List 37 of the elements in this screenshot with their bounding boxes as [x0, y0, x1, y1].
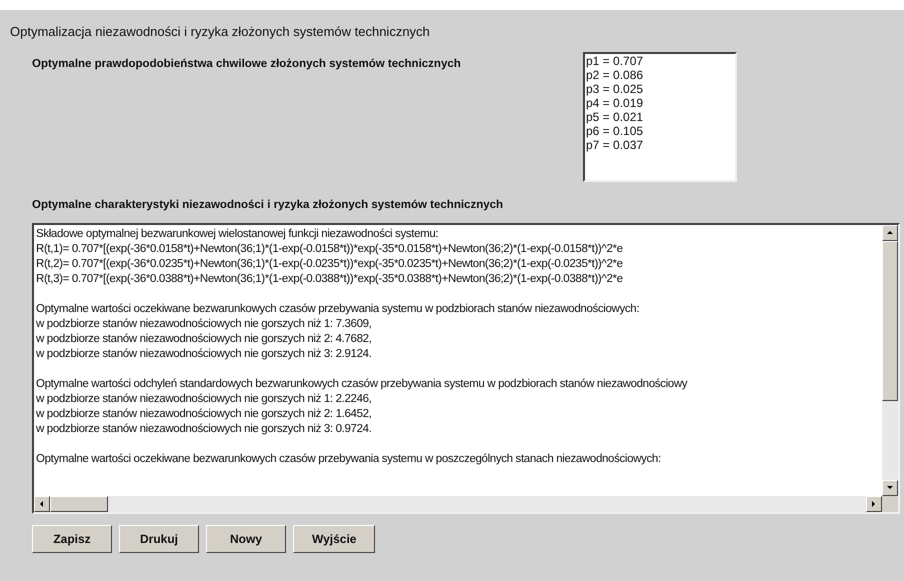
list-item[interactable]: p6 = 0.105: [586, 124, 734, 138]
scroll-up-button[interactable]: [882, 225, 898, 242]
text-line: w podzbiorze stanów niezawodnościowych nie gorszych niż 2: 1.6452,: [36, 407, 372, 422]
text-line: Optymalne wartości oczekiwane bezwarunkowych czasów przebywania systemu w podzbiorach stanów niezawodnościowych:: [36, 302, 640, 318]
text-line: w podzbiorze stanów niezawodnościowych nie gorszych niż 1: 2.2246,: [36, 392, 372, 408]
list-item[interactable]: p5 = 0.021: [586, 110, 734, 124]
text-line: Optymalne wartości oczekiwane bezwarunkowych czasów przebywania systemu w poszczególnych stanach niezawodnościowych:: [36, 452, 661, 468]
scrollbar-corner: [882, 496, 898, 512]
action-button[interactable]: Nowy: [206, 525, 286, 554]
text-line: R(t,3)= 0.707*[(exp(-36*0.0388*t)+Newton(36;1)*(1-exp(-0.0388*t))*exp(-35*0.0388*t)+Newton(36;2)*(1-exp(-0.0388*t))^2*e: [36, 272, 623, 288]
probabilities-list[interactable]: p1 = 0.707 p2 = 0.086 p3 = 0.025 p4 = 0.019 p5 = 0.021 p6 = 0.105 p7 = 0.037: [583, 52, 737, 182]
action-button[interactable]: Zapisz: [32, 525, 112, 554]
list-item[interactable]: p4 = 0.019: [586, 96, 734, 110]
action-button[interactable]: Drukuj: [119, 525, 199, 554]
list-item[interactable]: p1 = 0.707: [586, 54, 734, 68]
text-line: w podzbiorze stanów niezawodnościowych nie gorszych niż 2: 4.7682,: [36, 332, 372, 348]
text-line: Optymalne wartości odchyleń standardowych bezwarunkowych czasów przebywania systemu w podzbiorach stanów niezawodnościowy: [36, 377, 688, 392]
list-item[interactable]: p3 = 0.025: [586, 82, 734, 96]
scroll-right-button[interactable]: [866, 496, 882, 512]
vertical-scrollbar[interactable]: [882, 225, 898, 496]
text-line: w podzbiorze stanów niezawodnościowych nie gorszych niż 3: 0.9724.: [36, 422, 372, 438]
text-line: w podzbiorze stanów niezawodnościowych nie gorszych niż 3: 2.9124.: [36, 347, 372, 362]
scroll-left-button[interactable]: [34, 496, 50, 512]
list-item[interactable]: p7 = 0.037: [586, 138, 734, 152]
text-line: Składowe optymalnej bezwarunkowej wielostanowej funkcji niezawodności systemu:: [36, 227, 438, 242]
scroll-thumb[interactable]: [882, 241, 898, 402]
list-item[interactable]: p2 = 0.086: [586, 68, 734, 82]
section-label: Optymalne prawdopodobieństwa chwilowe złożonych systemów technicznych: [32, 57, 462, 72]
text-line: R(t,1)= 0.707*[(exp(-36*0.0158*t)+Newton(36;1)*(1-exp(-0.0158*t))*exp(-35*0.0158*t)+Newton(36;2)*(1-exp(-0.0158*t))^2*e: [36, 242, 623, 258]
action-button[interactable]: Wyjście: [293, 525, 376, 554]
window-title: Optymalizacja niezawodności i ryzyka złożonych systemów technicznych: [10, 24, 431, 40]
text-line: R(t,2)= 0.707*[(exp(-36*0.0235*t)+Newton(36;1)*(1-exp(-0.0235*t))*exp(-35*0.0235*t)+Newton(36;2)*(1-exp(-0.0235*t))^2*e: [36, 257, 623, 272]
horizontal-scrollbar[interactable]: [34, 496, 882, 512]
scroll-thumb[interactable]: [50, 496, 108, 512]
text-line: w podzbiorze stanów niezawodnościowych nie gorszych niż 1: 7.3609,: [36, 317, 372, 332]
scroll-down-button[interactable]: [882, 480, 898, 496]
section-label: Optymalne charakterystyki niezawodności i ryzyka złożonych systemów technicznych: [32, 198, 504, 213]
